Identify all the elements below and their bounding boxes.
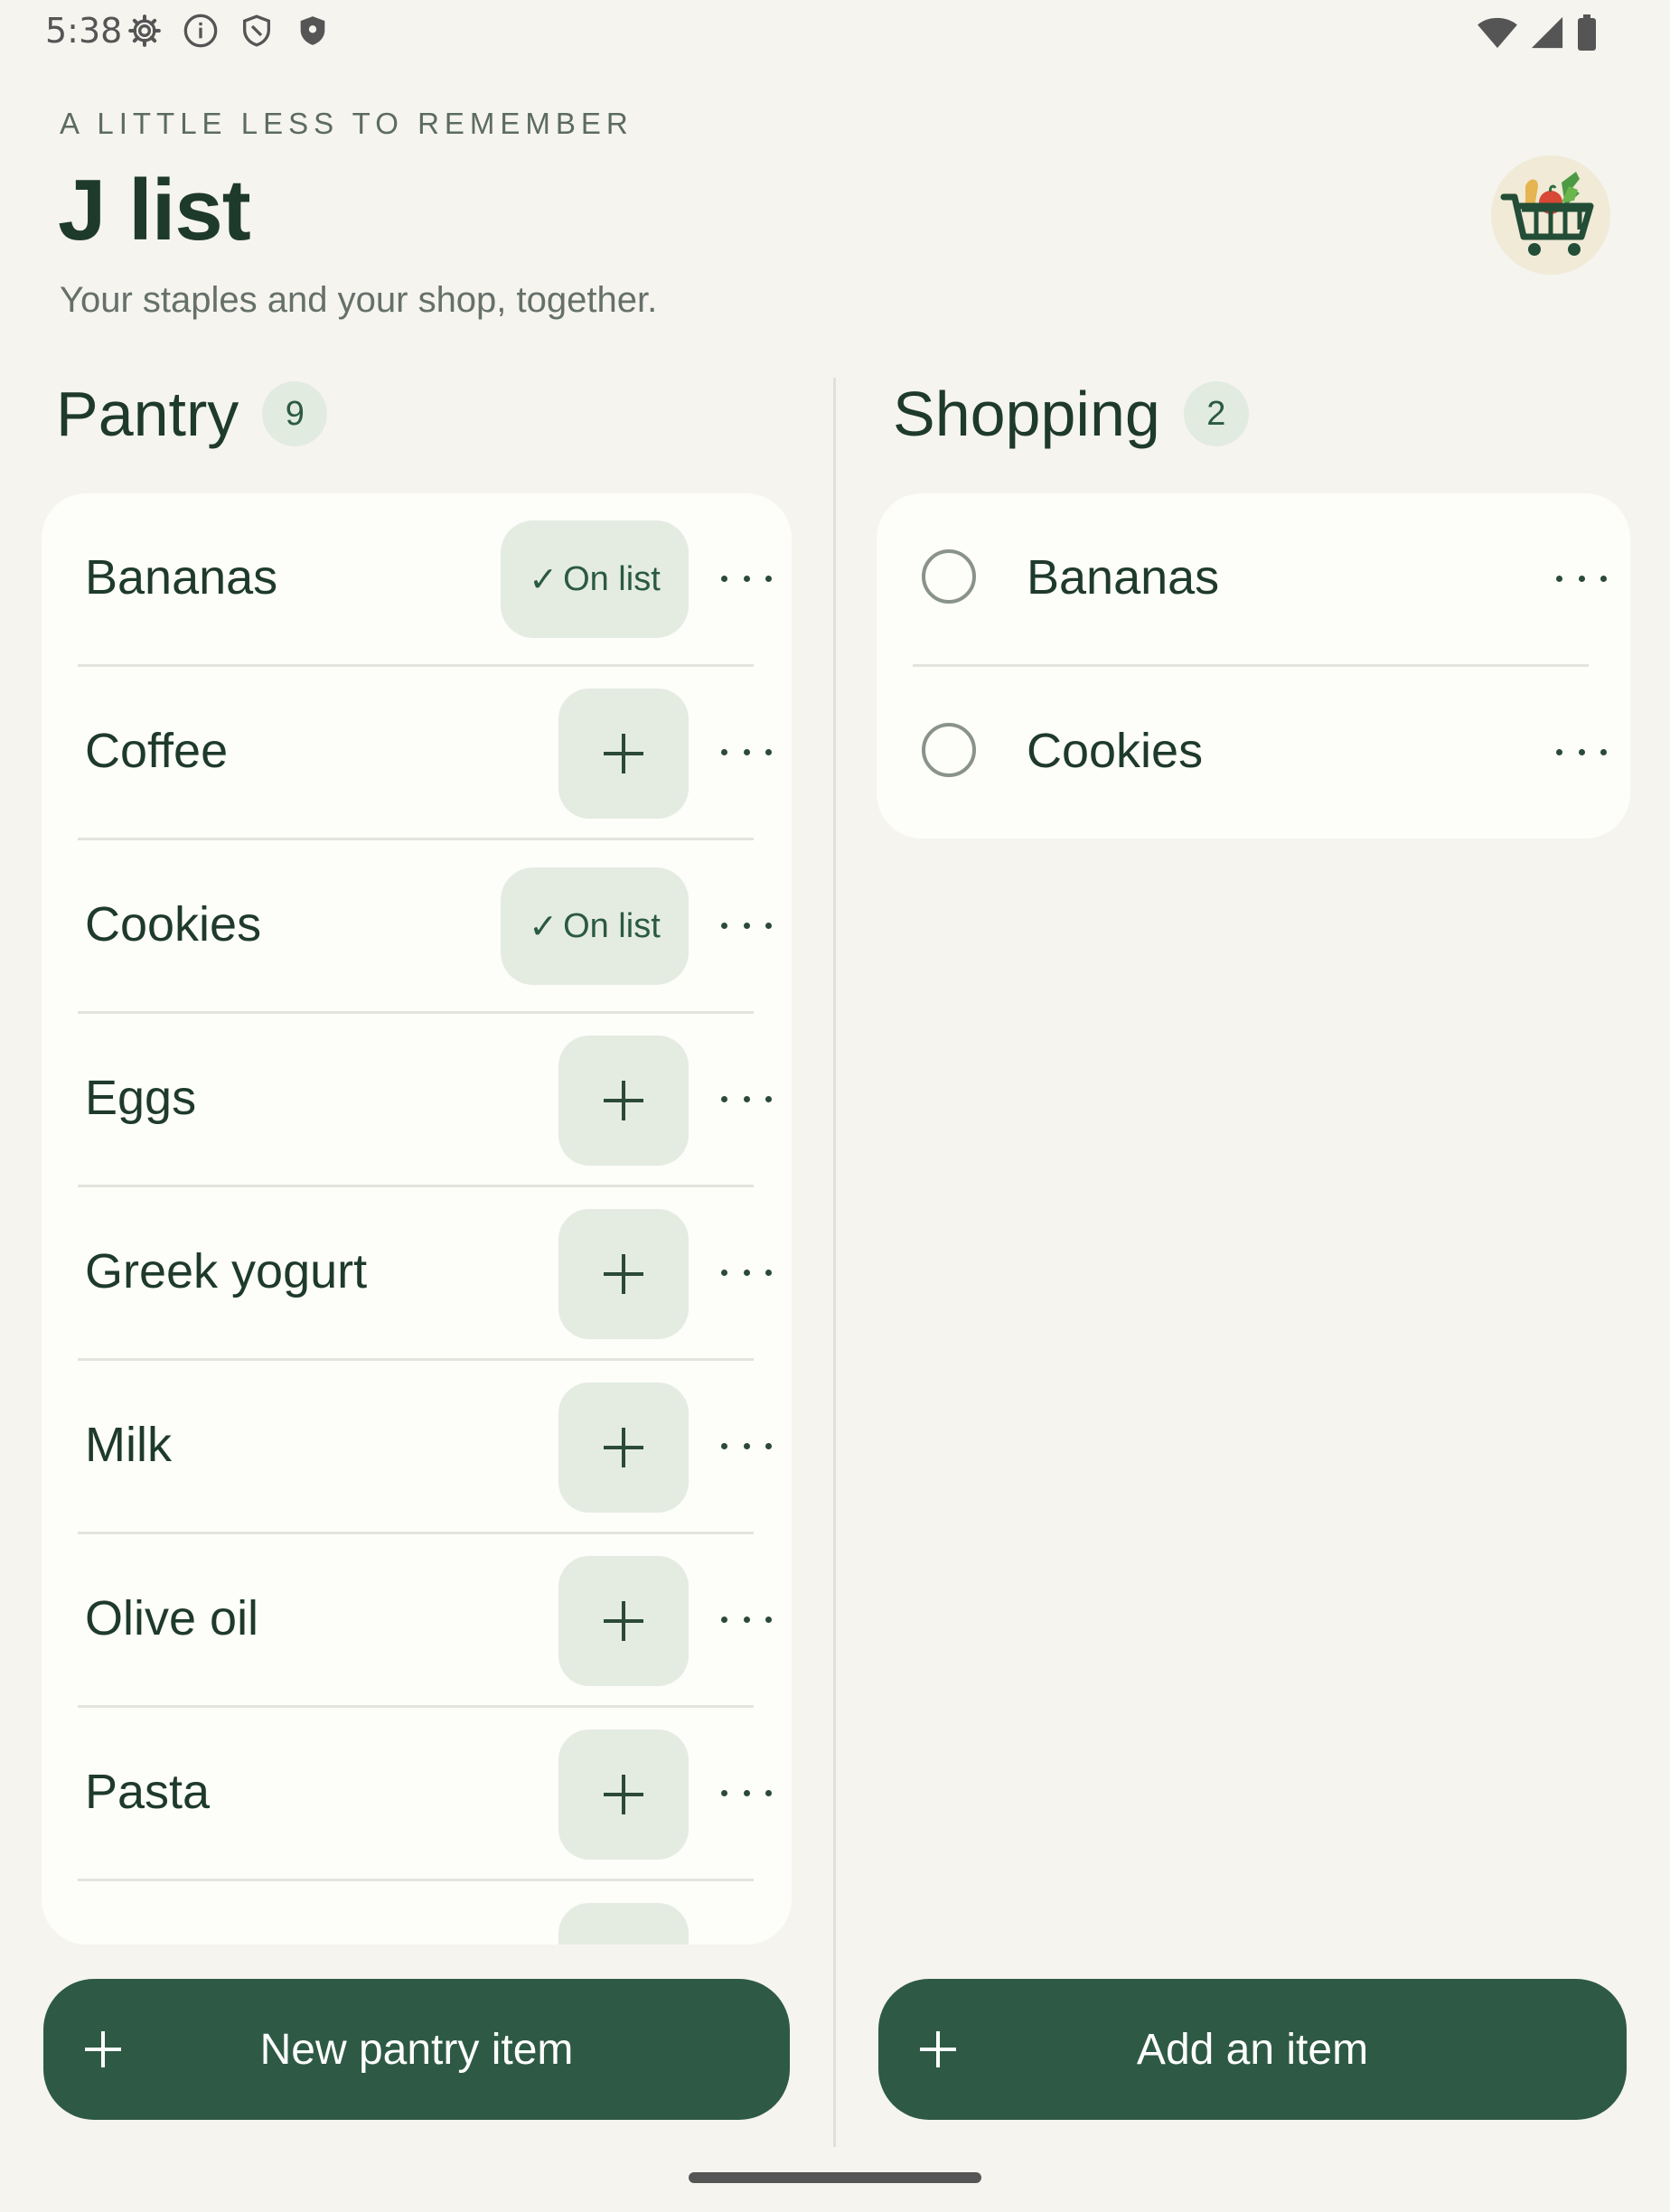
- pantry-item-coffee[interactable]: Coffee: [78, 667, 772, 840]
- shopping-header: Shopping 2: [893, 378, 1249, 450]
- more-options-icon[interactable]: [1556, 558, 1607, 598]
- plus-icon: [85, 2031, 121, 2067]
- pantry-count-badge: 9: [262, 381, 328, 446]
- pantry-item-label: Olive oil: [85, 1591, 259, 1645]
- pantry-item-greek-yogurt[interactable]: Greek yogurt: [78, 1187, 772, 1361]
- pantry-item-label: Cookies: [85, 897, 262, 951]
- pantry-item-pasta[interactable]: Pasta: [78, 1708, 772, 1881]
- status-icons-right: [1477, 14, 1598, 51]
- pantry-list[interactable]: Bananas ✓ On list Coffee Cookies ✓ On li…: [42, 493, 792, 1945]
- plus-icon: [604, 1775, 643, 1814]
- add-to-list-button[interactable]: [558, 1382, 689, 1513]
- plus-icon: [604, 1081, 643, 1120]
- more-options-icon[interactable]: [721, 1773, 772, 1813]
- shopping-item-bananas[interactable]: Bananas: [913, 493, 1607, 667]
- more-options-icon[interactable]: [721, 1079, 772, 1119]
- shopping-item-label: Bananas: [1027, 550, 1220, 605]
- column-divider: [833, 378, 836, 2147]
- plus-icon: [604, 1428, 643, 1467]
- checkmark-icon: ✓: [529, 907, 558, 946]
- on-list-label: On list: [563, 906, 661, 945]
- pantry-item-partial[interactable]: [78, 1881, 754, 1945]
- pantry-item-label: Milk: [85, 1418, 172, 1472]
- more-options-icon[interactable]: [721, 1252, 772, 1292]
- status-icons-left: [127, 13, 331, 49]
- pantry-item-label: Pasta: [85, 1765, 211, 1819]
- add-to-list-button[interactable]: [558, 1036, 689, 1166]
- on-list-chip[interactable]: ✓ On list: [501, 520, 689, 638]
- wifi-icon: [1477, 15, 1518, 50]
- status-time: 5:38: [45, 11, 123, 51]
- more-options-icon[interactable]: [721, 905, 772, 945]
- add-item-label: Add an item: [1136, 2025, 1369, 2074]
- new-pantry-item-button[interactable]: New pantry item: [43, 1979, 790, 2120]
- on-list-label: On list: [563, 559, 661, 598]
- pantry-header: Pantry 9: [56, 378, 328, 450]
- checkmark-icon: ✓: [529, 560, 558, 599]
- status-bar: 5:38: [0, 0, 1670, 65]
- shopping-count-badge: 2: [1183, 381, 1249, 446]
- pantry-item-cookies[interactable]: Cookies ✓ On list: [78, 840, 772, 1014]
- shopping-title: Shopping: [893, 379, 1160, 449]
- add-to-list-button[interactable]: [558, 689, 689, 819]
- app-subtitle: Your staples and your shop, together.: [60, 280, 658, 320]
- plus-icon: [920, 2031, 956, 2067]
- on-list-chip[interactable]: ✓ On list: [501, 867, 689, 985]
- shield-outline-icon: [239, 13, 275, 49]
- add-to-list-button[interactable]: [558, 1209, 689, 1339]
- add-to-list-button[interactable]: [558, 1903, 689, 1945]
- home-indicator[interactable]: [689, 2172, 981, 2183]
- pantry-item-label: Greek yogurt: [85, 1244, 368, 1298]
- pantry-title: Pantry: [56, 379, 239, 449]
- app-title: J list: [58, 162, 251, 258]
- add-to-list-button[interactable]: [558, 1556, 689, 1686]
- plus-icon: [604, 734, 643, 773]
- plus-icon: [604, 1254, 643, 1294]
- battery-icon: [1576, 14, 1598, 51]
- app-tagline: A LITTLE LESS TO REMEMBER: [60, 107, 633, 140]
- add-to-list-button[interactable]: [558, 1729, 689, 1860]
- add-item-button[interactable]: Add an item: [878, 1979, 1627, 2120]
- gear-icon: [127, 13, 163, 49]
- more-options-icon[interactable]: [721, 1426, 772, 1466]
- new-pantry-item-label: New pantry item: [259, 2025, 574, 2074]
- grocery-cart-icon[interactable]: [1491, 155, 1610, 275]
- info-icon: [183, 13, 219, 49]
- pantry-item-label: Coffee: [85, 724, 229, 778]
- more-options-icon[interactable]: [1556, 732, 1607, 772]
- pantry-item-olive-oil[interactable]: Olive oil: [78, 1534, 772, 1708]
- pantry-item-eggs[interactable]: Eggs: [78, 1014, 772, 1187]
- shopping-item-label: Cookies: [1027, 724, 1204, 778]
- shopping-list[interactable]: Bananas Cookies: [877, 493, 1630, 839]
- pantry-item-milk[interactable]: Milk: [78, 1361, 772, 1534]
- pantry-item-label: Bananas: [85, 550, 278, 605]
- checkbox-circle[interactable]: [922, 723, 976, 777]
- pantry-item-label: Eggs: [85, 1071, 197, 1125]
- pantry-item-bananas[interactable]: Bananas ✓ On list: [78, 493, 772, 667]
- more-options-icon[interactable]: [721, 732, 772, 772]
- more-options-icon[interactable]: [721, 1599, 772, 1639]
- signal-icon: [1529, 15, 1565, 50]
- checkbox-circle[interactable]: [922, 549, 976, 604]
- shopping-item-cookies[interactable]: Cookies: [913, 667, 1607, 839]
- more-options-icon[interactable]: [721, 558, 772, 598]
- plus-icon: [604, 1601, 643, 1641]
- shield-filled-icon: [295, 13, 331, 49]
